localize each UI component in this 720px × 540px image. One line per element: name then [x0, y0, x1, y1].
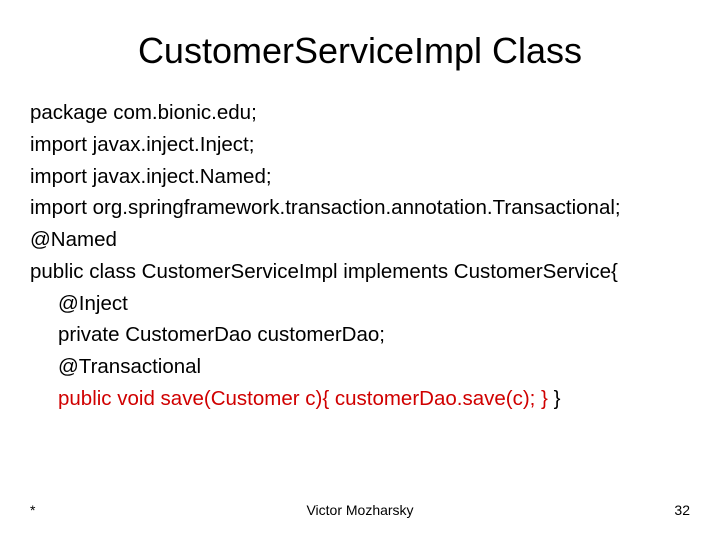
code-block: package com.bionic.edu; import javax.inj… — [30, 97, 690, 415]
footer: * Victor Mozharsky 32 — [30, 502, 690, 518]
code-line-inject: @Inject — [30, 288, 690, 320]
code-line-import1: import javax.inject.Inject; — [30, 129, 690, 161]
page-number: 32 — [674, 502, 690, 518]
footer-left: * — [30, 502, 35, 518]
code-line-field: private CustomerDao customerDao; — [30, 319, 690, 351]
code-line-named: @Named — [30, 224, 690, 256]
code-line-method: public void save(Customer c){ customerDa… — [30, 383, 690, 415]
closing-brace: } — [548, 387, 561, 410]
slide: CustomerServiceImpl Class package com.bi… — [0, 0, 720, 540]
slide-title: CustomerServiceImpl Class — [30, 30, 690, 72]
highlighted-method: public void save(Customer c){ customerDa… — [58, 387, 548, 410]
code-line-package: package com.bionic.edu; — [30, 97, 690, 129]
code-line-classdef: public class CustomerServiceImpl impleme… — [30, 256, 690, 288]
footer-author: Victor Mozharsky — [306, 502, 413, 518]
code-line-transactional: @Transactional — [30, 351, 690, 383]
code-line-import2: import javax.inject.Named; — [30, 161, 690, 193]
code-line-import3: import org.springframework.transaction.a… — [30, 192, 690, 224]
